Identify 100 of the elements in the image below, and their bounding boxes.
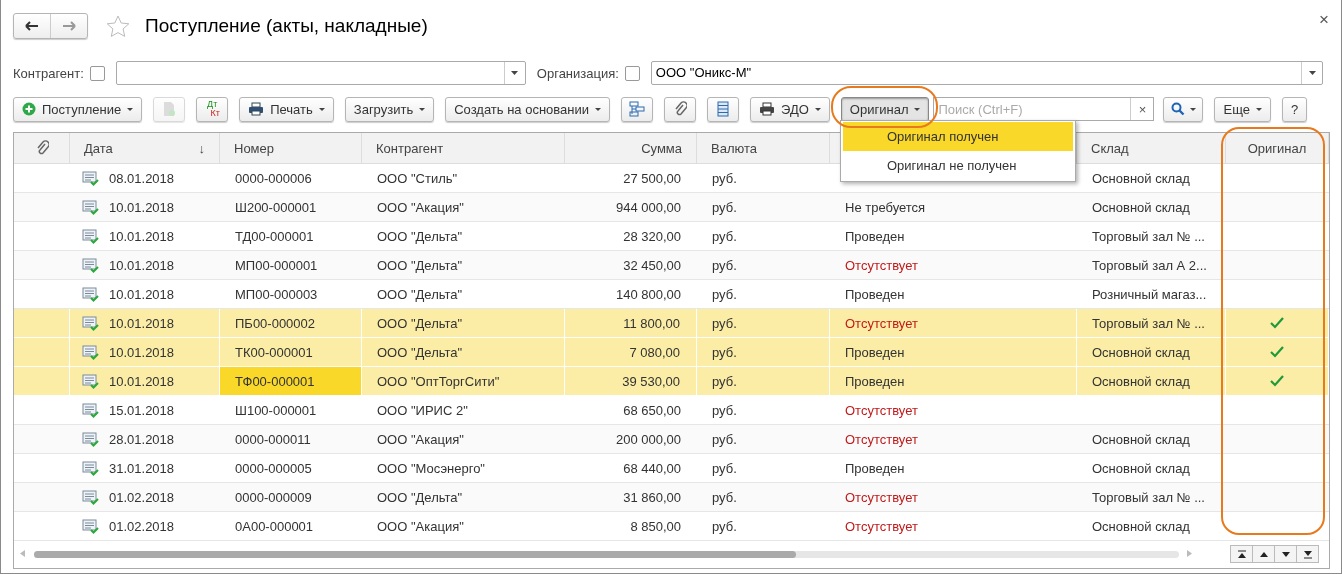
forward-arrow-icon bbox=[62, 21, 76, 31]
document-icon bbox=[82, 344, 99, 360]
field-label: Контрагент: bbox=[13, 65, 84, 81]
paperclip-icon bbox=[34, 140, 49, 156]
table-cell: Проведен bbox=[845, 228, 905, 244]
table-cell: 200 000,00 bbox=[565, 425, 697, 454]
document-icon bbox=[82, 228, 99, 244]
table-cell: 0000-000009 bbox=[220, 483, 362, 512]
list-icon bbox=[717, 101, 730, 117]
toolbar-button[interactable]: Оригинал bbox=[840, 96, 930, 122]
table-cell: Проведен bbox=[845, 460, 905, 476]
clear-button[interactable]: × bbox=[1130, 98, 1154, 120]
toolbar-button[interactable]: Создать на основании bbox=[445, 96, 611, 122]
toolbar-button[interactable]: Загрузить bbox=[344, 96, 435, 122]
toolbar-button[interactable]: ЭДО bbox=[750, 96, 830, 122]
column-header[interactable]: Склад bbox=[1077, 133, 1226, 163]
column-header[interactable]: Сумма bbox=[565, 133, 697, 163]
table-row[interactable]: 10.01.2018 ПБ00-000002 ООО "Дельта" 11 800,00 руб. Отсутствует Торговый зал № ... bbox=[14, 309, 1329, 338]
toolbar-button[interactable]: Печать bbox=[239, 96, 334, 122]
table-cell: ООО "ОптТоргСити" bbox=[362, 367, 565, 396]
scroll-button[interactable] bbox=[1230, 545, 1253, 563]
table-cell: Проведен bbox=[845, 373, 905, 389]
sort-indicator[interactable]: ↓ bbox=[198, 140, 205, 156]
table-cell: 10.01.2018 bbox=[109, 286, 175, 302]
star-icon bbox=[106, 14, 130, 38]
close-button[interactable]: × bbox=[1319, 10, 1329, 30]
checkbox[interactable] bbox=[89, 65, 105, 81]
toolbar-button[interactable]: Поступление bbox=[13, 96, 143, 122]
column-header[interactable]: Контрагент bbox=[362, 133, 565, 163]
table-cell: руб. bbox=[697, 512, 830, 541]
menu-item[interactable]: Оригинал получен bbox=[843, 122, 1073, 151]
table-cell: 944 000,00 bbox=[565, 193, 697, 222]
column-header[interactable]: Дата bbox=[84, 140, 113, 156]
scroll-button[interactable] bbox=[1252, 545, 1275, 563]
table-row[interactable]: 28.01.2018 0000-000011 ООО "Акация" 200 000,00 руб. Отсутствует Основной склад bbox=[14, 425, 1329, 454]
table-cell: Отсутствует bbox=[845, 257, 918, 273]
table-cell: Не требуется bbox=[845, 199, 926, 215]
debit-credit-button[interactable]: Дт Кт bbox=[196, 96, 229, 122]
toolbar-button[interactable]: Еще bbox=[1214, 96, 1271, 122]
table-cell: 08.01.2018 bbox=[109, 170, 175, 186]
table-cell: руб. bbox=[697, 483, 830, 512]
table-cell: МП00-000001 bbox=[220, 251, 362, 280]
back-arrow-icon bbox=[25, 21, 39, 31]
table-cell: Отсутствует bbox=[845, 402, 918, 418]
table-cell: руб. bbox=[697, 367, 830, 396]
table-cell: 01.02.2018 bbox=[109, 518, 175, 534]
document-icon bbox=[82, 489, 99, 505]
table-row[interactable]: 10.01.2018 ТФ00-000001 ООО "ОптТоргСити" 39 530,00 руб. Проведен Основной склад bbox=[14, 367, 1329, 396]
column-header[interactable]: Оригинал bbox=[1226, 133, 1329, 163]
toolbar-button[interactable] bbox=[664, 96, 697, 122]
search-field[interactable]: Поиск (Ctrl+F) × bbox=[933, 97, 1155, 121]
checkmark-icon bbox=[1270, 317, 1284, 329]
search-icon bbox=[1170, 102, 1185, 116]
table-cell: Отсутствует bbox=[845, 315, 918, 331]
checkbox[interactable] bbox=[624, 65, 640, 81]
jump-to-bottom-icon bbox=[1302, 549, 1313, 559]
table-row[interactable]: 10.01.2018 ТК00-000001 ООО "Дельта" 7 080,00 руб. Проведен Основной склад bbox=[14, 338, 1329, 367]
table-cell: Торговый зал А 2... bbox=[1077, 251, 1226, 280]
table-cell: ООО "Акация" bbox=[362, 193, 565, 222]
table-cell: 10.01.2018 bbox=[109, 257, 175, 273]
scroll-left-icon bbox=[20, 549, 25, 557]
table-row[interactable]: 01.02.2018 0А00-000001 ООО "Акация" 8 850,00 руб. Отсутствует Основной склад bbox=[14, 512, 1329, 541]
table-cell: Отсутствует bbox=[845, 489, 918, 505]
table-row[interactable]: 10.01.2018 Ш200-000001 ООО "Акация" 944 000,00 руб. Не требуется Основной склад bbox=[14, 193, 1329, 222]
column-header[interactable]: Валюта bbox=[697, 133, 830, 163]
table-cell: 8 850,00 bbox=[565, 512, 697, 541]
toolbar-button[interactable]: ? bbox=[1281, 96, 1308, 122]
scroll-button[interactable] bbox=[1296, 545, 1319, 563]
table-cell: 39 530,00 bbox=[565, 367, 697, 396]
scroll-right-icon bbox=[1187, 549, 1192, 557]
table-cell: 10.01.2018 bbox=[109, 344, 175, 360]
horizontal-scrollbar[interactable] bbox=[34, 550, 1179, 558]
table-cell: 10.01.2018 bbox=[109, 199, 175, 215]
table-cell: Проведен bbox=[845, 286, 905, 302]
dropdown-field[interactable] bbox=[115, 61, 526, 85]
table-cell: 10.01.2018 bbox=[109, 315, 175, 331]
table-cell: 0А00-000001 bbox=[220, 512, 362, 541]
checkmark-icon bbox=[1270, 346, 1284, 358]
table-cell: Основной склад bbox=[1077, 193, 1226, 222]
structure-icon bbox=[629, 101, 646, 117]
table-cell: руб. bbox=[697, 251, 830, 280]
down-icon bbox=[1280, 549, 1291, 559]
column-header[interactable]: Номер bbox=[220, 133, 362, 163]
dropdown-field[interactable]: ООО "Оникс-М" bbox=[650, 61, 1323, 85]
table-row[interactable]: 10.01.2018 МП00-000001 ООО "Дельта" 32 450,00 руб. Отсутствует Торговый зал А 2... bbox=[14, 251, 1329, 280]
document-icon bbox=[82, 431, 99, 447]
caret-icon bbox=[511, 71, 519, 75]
toolbar-button[interactable] bbox=[707, 96, 740, 122]
scroll-button[interactable] bbox=[1274, 545, 1297, 563]
toolbar-button[interactable] bbox=[621, 96, 654, 122]
toolbar-button[interactable] bbox=[1163, 96, 1204, 122]
table-row[interactable]: 01.02.2018 0000-000009 ООО "Дельта" 31 860,00 руб. Отсутствует Торговый зал № ... bbox=[14, 483, 1329, 512]
table-cell: ТФ00-000001 bbox=[220, 367, 362, 396]
table-cell: руб. bbox=[697, 193, 830, 222]
table-cell: Торговый зал № ... bbox=[1077, 483, 1226, 512]
document-icon bbox=[82, 286, 99, 302]
field-label: Организация: bbox=[536, 65, 619, 81]
printer-icon bbox=[759, 102, 776, 116]
jump-to-top-icon bbox=[1236, 549, 1247, 559]
table-cell: Ш200-000001 bbox=[220, 193, 362, 222]
